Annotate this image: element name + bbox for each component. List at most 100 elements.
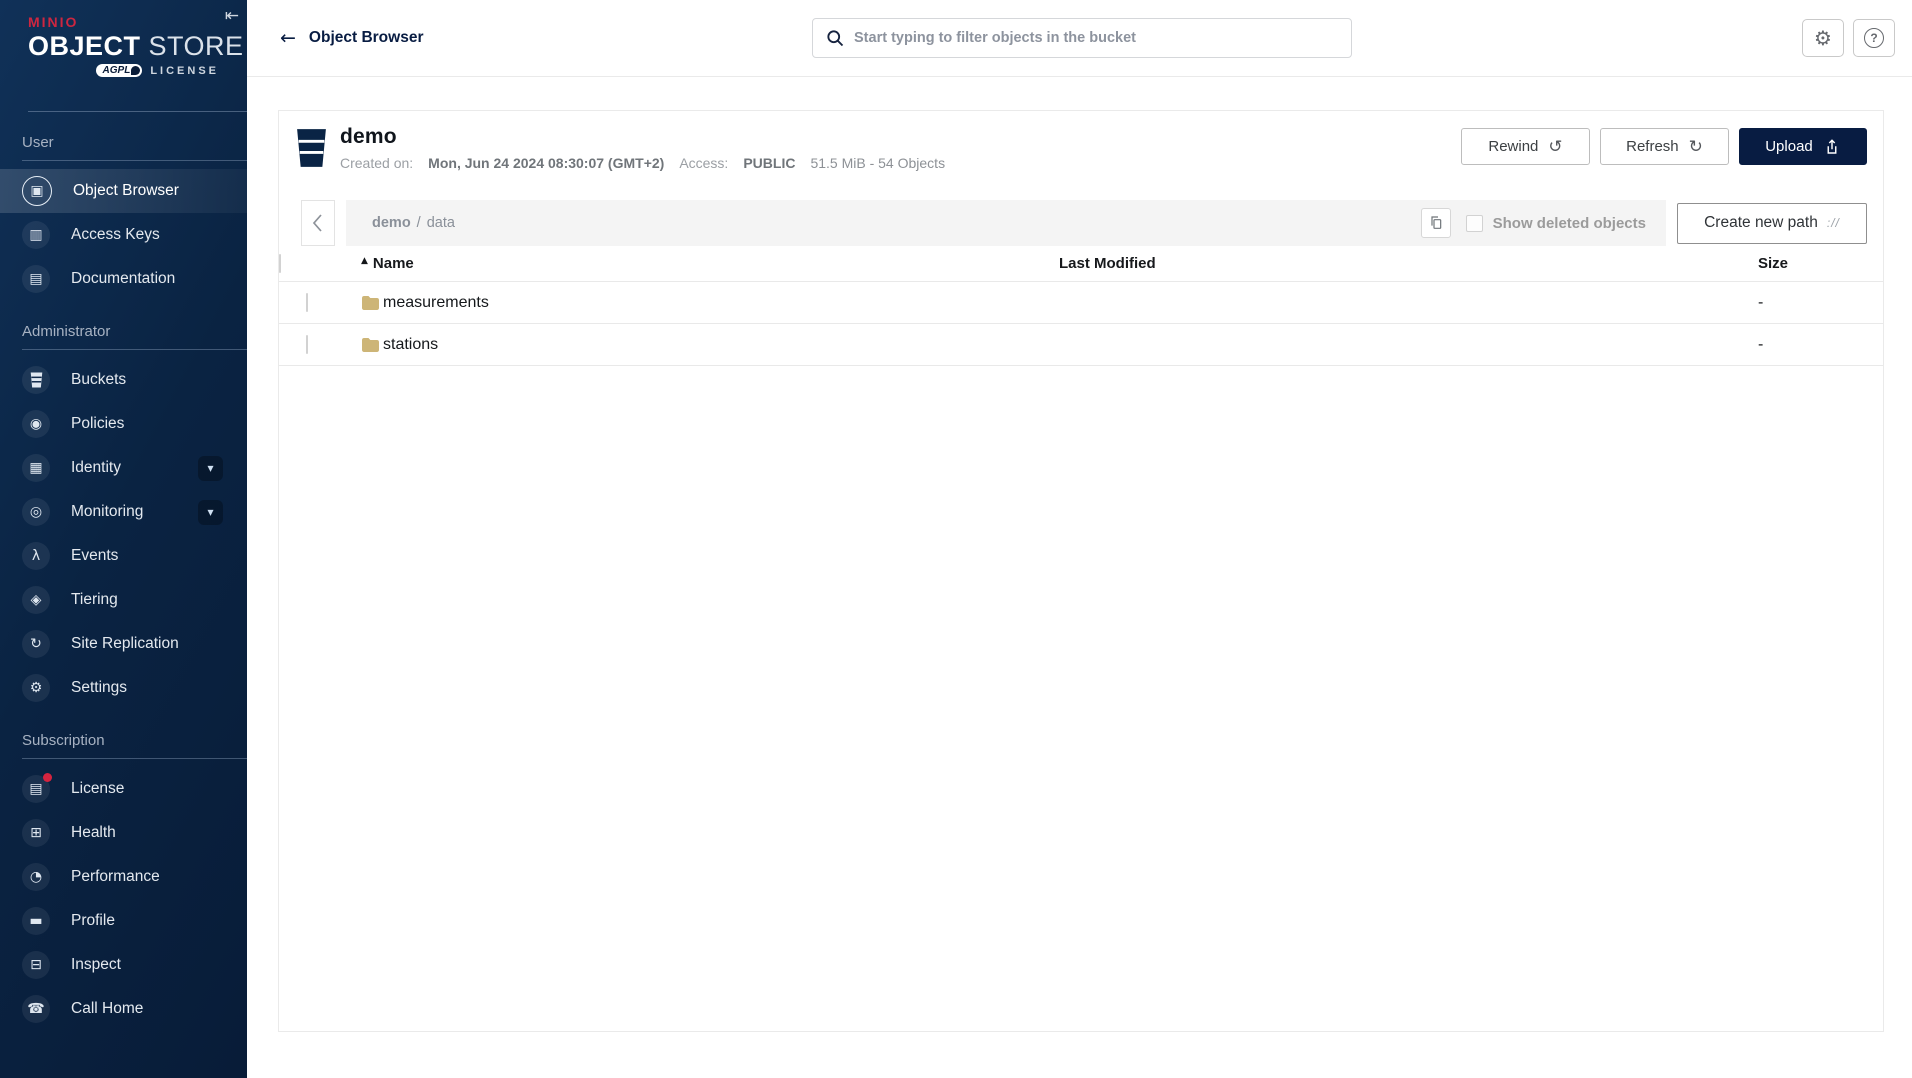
- sidebar-item-label: Policies: [71, 415, 124, 433]
- sidebar-section-label: Subscription: [0, 724, 247, 758]
- minio-logo: MINIO OBJECT STORE AGPL LICENSE: [0, 0, 247, 99]
- agpl-badge: AGPL: [96, 64, 143, 77]
- row-checkbox[interactable]: [306, 293, 308, 312]
- chevron-left-icon: [310, 212, 326, 234]
- sidebar-item-label: Profile: [71, 912, 115, 930]
- question-icon: ?: [1864, 28, 1884, 48]
- sidebar-item-profile[interactable]: ▬ Profile: [0, 899, 247, 943]
- breadcrumb-separator: /: [417, 215, 421, 231]
- breadcrumb-folder[interactable]: data: [427, 215, 455, 231]
- policies-icon: ◉: [30, 417, 42, 431]
- sidebar-item-documentation[interactable]: ▤ Documentation: [0, 257, 247, 301]
- sidebar-item-label: Events: [71, 547, 118, 565]
- access-value: PUBLIC: [743, 155, 795, 171]
- object-name[interactable]: measurements: [383, 294, 489, 312]
- site-replication-icon: ↻: [30, 637, 42, 651]
- rewind-button[interactable]: Rewind ↺: [1461, 128, 1590, 165]
- profile-icon: ▬: [29, 914, 42, 928]
- sidebar-item-settings[interactable]: ⚙ Settings: [0, 666, 247, 710]
- show-deleted-checkbox[interactable]: [1466, 215, 1483, 232]
- sidebar-item-label: Buckets: [71, 371, 126, 389]
- search-input[interactable]: [854, 30, 1351, 46]
- buckets-icon: [30, 372, 43, 388]
- sidebar-item-health[interactable]: ⊞ Health: [0, 811, 247, 855]
- created-on-label: Created on:: [340, 155, 413, 171]
- rewind-icon: ↺: [1548, 137, 1562, 157]
- sidebar-item-label: Identity: [71, 459, 121, 477]
- breadcrumb-bar: demo / data Show deleted objects: [346, 200, 1666, 246]
- sidebar-item-label: Documentation: [71, 270, 175, 288]
- show-deleted-label: Show deleted objects: [1493, 215, 1646, 232]
- help-button[interactable]: ?: [1853, 19, 1895, 57]
- sidebar-item-identity[interactable]: ▦ Identity ▾: [0, 446, 247, 490]
- sidebar-item-license[interactable]: ▤ License: [0, 767, 247, 811]
- page-title-text: Object Browser: [309, 29, 424, 47]
- sidebar-item-call-home[interactable]: ☎ Call Home: [0, 987, 247, 1031]
- path-icon: ://: [1827, 216, 1840, 230]
- row-checkbox[interactable]: [306, 335, 308, 354]
- create-new-path-button[interactable]: Create new path ://: [1677, 203, 1867, 244]
- upload-button[interactable]: Upload: [1739, 128, 1867, 165]
- page-title[interactable]: ← Object Browser: [280, 29, 423, 48]
- minio-wordmark: MINIO: [28, 14, 247, 30]
- show-deleted-toggle[interactable]: Show deleted objects: [1466, 215, 1646, 232]
- select-all-checkbox[interactable]: [279, 254, 281, 273]
- breadcrumb-bucket[interactable]: demo: [372, 215, 411, 231]
- sidebar-item-policies[interactable]: ◉ Policies: [0, 402, 247, 446]
- folder-icon: [361, 337, 379, 352]
- sidebar-item-label: Inspect: [71, 956, 121, 974]
- sidebar-item-buckets[interactable]: Buckets: [0, 358, 247, 402]
- call-home-icon: ☎: [27, 1002, 44, 1016]
- sidebar-item-performance[interactable]: ◔ Performance: [0, 855, 247, 899]
- table-row[interactable]: measurements -: [279, 282, 1883, 324]
- inspect-icon: ⊟: [30, 958, 42, 972]
- identity-icon: ▦: [29, 461, 42, 475]
- sidebar-item-label: Settings: [71, 679, 127, 697]
- sidebar-item-inspect[interactable]: ⊟ Inspect: [0, 943, 247, 987]
- sidebar-item-object-browser[interactable]: ▣ Object Browser: [0, 169, 247, 213]
- object-size: -: [1758, 282, 1883, 324]
- content-area: demo Created on: Mon, Jun 24 2024 08:30:…: [247, 77, 1912, 1032]
- navigate-back-button[interactable]: [301, 200, 335, 246]
- table-row[interactable]: stations -: [279, 324, 1883, 366]
- chevron-down-icon[interactable]: ▾: [198, 500, 223, 525]
- column-header-size[interactable]: Size: [1758, 249, 1883, 282]
- sidebar-section-label: Administrator: [0, 315, 247, 349]
- chevron-down-icon[interactable]: ▾: [198, 456, 223, 481]
- bucket-card: demo Created on: Mon, Jun 24 2024 08:30:…: [278, 110, 1884, 1032]
- object-store-wordmark: OBJECT STORE: [28, 31, 247, 62]
- object-name[interactable]: stations: [383, 336, 438, 354]
- sidebar-section-label: User: [0, 126, 247, 160]
- breadcrumb[interactable]: demo / data: [372, 215, 455, 231]
- refresh-icon: ↻: [1689, 137, 1703, 157]
- objects-table: ▲Name Last Modified Size measurements -: [279, 249, 1883, 366]
- sidebar-item-access-keys[interactable]: ▥ Access Keys: [0, 213, 247, 257]
- license-label: LICENSE: [150, 65, 219, 77]
- column-header-last-modified[interactable]: Last Modified: [1059, 249, 1758, 282]
- copy-icon: [1428, 215, 1444, 231]
- copy-path-button[interactable]: [1421, 208, 1451, 238]
- sidebar-item-tiering[interactable]: ◈ Tiering: [0, 578, 247, 622]
- refresh-button[interactable]: Refresh ↻: [1600, 128, 1729, 165]
- sidebar-item-label: Monitoring: [71, 503, 143, 521]
- topbar: ← Object Browser ⚙ ?: [247, 0, 1912, 77]
- sidebar-item-events[interactable]: λ Events: [0, 534, 247, 578]
- events-icon: λ: [32, 549, 40, 563]
- divider: [28, 111, 247, 112]
- gear-icon: ⚙: [1814, 28, 1832, 48]
- column-header-name[interactable]: ▲Name: [361, 249, 1059, 282]
- settings-icon: ⚙: [30, 681, 43, 695]
- sidebar-item-site-replication[interactable]: ↻ Site Replication: [0, 622, 247, 666]
- sidebar-item-monitoring[interactable]: ◎ Monitoring ▾: [0, 490, 247, 534]
- monitoring-icon: ◎: [30, 505, 42, 519]
- sidebar-item-label: Call Home: [71, 1000, 143, 1018]
- sidebar-item-label: Health: [71, 824, 116, 842]
- tiering-icon: ◈: [31, 593, 42, 607]
- settings-button[interactable]: ⚙: [1802, 19, 1844, 57]
- object-size: -: [1758, 324, 1883, 366]
- search-bar: [812, 18, 1352, 58]
- bucket-header: demo Created on: Mon, Jun 24 2024 08:30:…: [279, 111, 1883, 181]
- collapse-sidebar-icon[interactable]: ⇤: [225, 6, 239, 26]
- sort-ascending-icon: ▲: [361, 256, 368, 266]
- topbar-actions: ⚙ ?: [1802, 19, 1912, 57]
